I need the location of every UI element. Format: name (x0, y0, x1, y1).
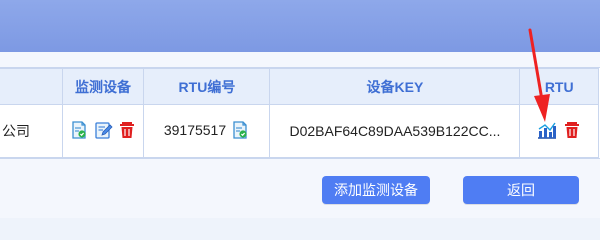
header-company (0, 68, 63, 105)
device-table-wrapper: 监测设备 RTU编号 设备KEY RTU 公司 39175517 D02BAF6… (0, 67, 600, 159)
view-device-icon[interactable] (69, 120, 89, 143)
company-cell: 公司 (0, 104, 63, 158)
edit-device-icon[interactable] (93, 120, 113, 143)
delete-rtu-icon[interactable] (562, 120, 582, 143)
view-rtu-icon[interactable] (230, 120, 250, 143)
back-button[interactable]: 返回 (463, 176, 579, 204)
device-table: 监测设备 RTU编号 设备KEY RTU 公司 39175517 D02BAF6… (0, 68, 599, 158)
delete-device-icon[interactable] (117, 120, 137, 143)
header-device-key: 设备KEY (269, 68, 521, 105)
header-rtu-code: RTU编号 (143, 68, 271, 105)
device-key-cell: D02BAF64C89DAA539B122CC... (269, 104, 521, 158)
rtu-code-value: 39175517 (163, 121, 227, 138)
header-monitor-device: 监测设备 (61, 68, 145, 105)
add-monitor-device-button[interactable]: 添加监测设备 (322, 176, 430, 204)
rtu-code-cell: 39175517 (143, 104, 271, 158)
red-arrow-annotation (528, 28, 550, 122)
table-row: 公司 39175517 D02BAF64C89DAA539B122CC... (0, 104, 599, 158)
monitor-device-cell (61, 104, 145, 158)
table-header-row: 监测设备 RTU编号 设备KEY RTU (0, 68, 599, 105)
header-bar (0, 0, 600, 52)
